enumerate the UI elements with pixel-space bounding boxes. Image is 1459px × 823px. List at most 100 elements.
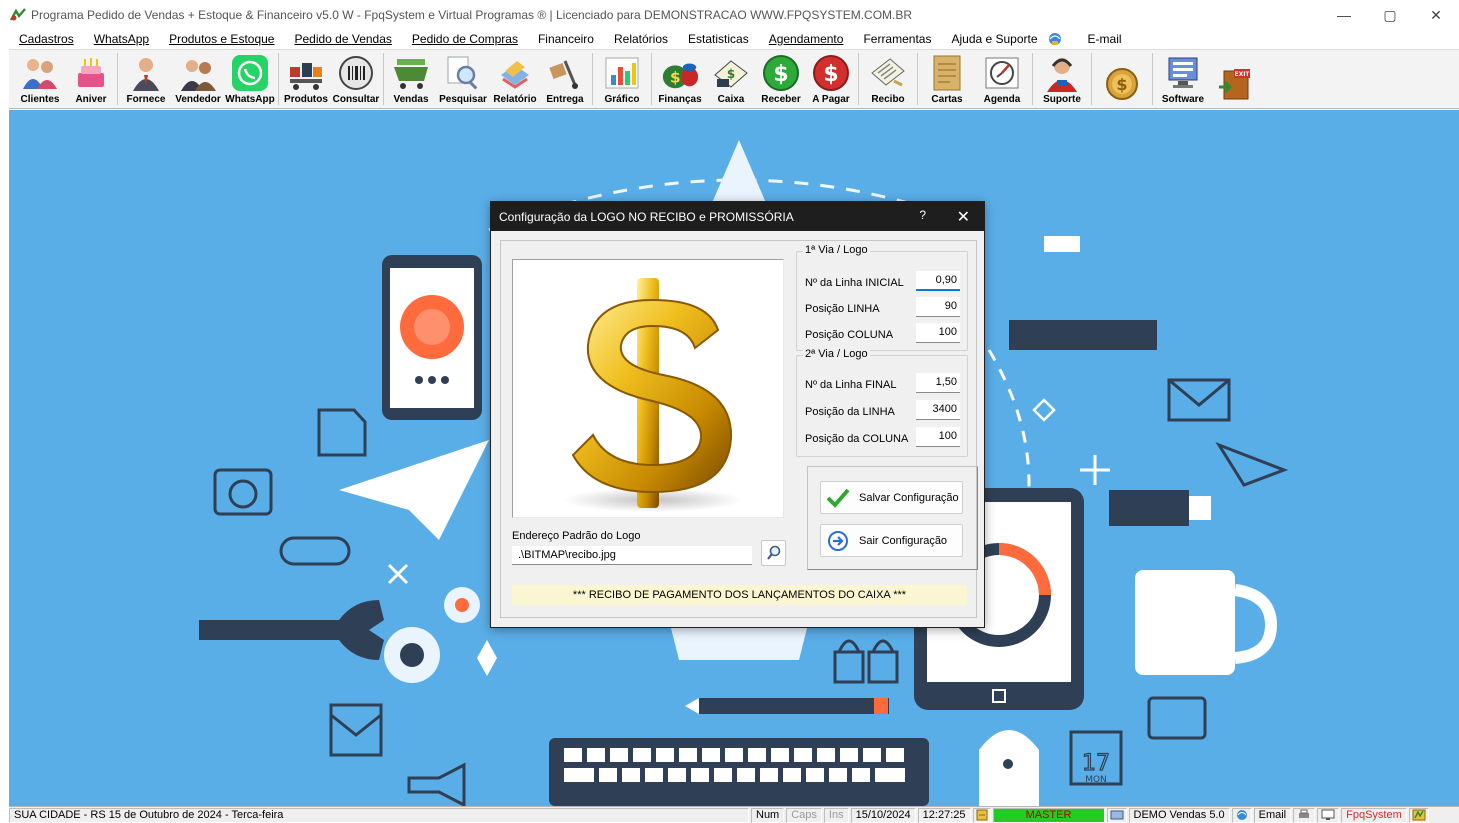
menu-ajuda-suporte[interactable]: Ajuda e Suporte: [941, 32, 1047, 46]
dialog-title-bar: Configuração da LOGO NO RECIBO e PROMISS…: [491, 202, 984, 231]
monitor-icon[interactable]: [1317, 807, 1340, 823]
menu-produtos-estoque[interactable]: Produtos e Estoque: [159, 32, 284, 46]
via1-posicao-coluna-input[interactable]: 100: [916, 323, 960, 343]
status-bar: SUA CIDADE - RS 15 de Outubro de 2024 - …: [9, 806, 1459, 823]
save-config-button[interactable]: Salvar Configuração: [820, 481, 963, 514]
dialog-body: 1ª Via / Logo Nº da Linha INICIAL 0,90 P…: [500, 240, 978, 618]
seller-icon: [178, 54, 218, 92]
menu-relatorios[interactable]: Relatórios: [604, 32, 678, 46]
report-icon: [495, 54, 535, 92]
logo-config-dialog: Configuração da LOGO NO RECIBO e PROMISS…: [490, 201, 985, 628]
exit-icon: EXIT: [1216, 65, 1256, 103]
toolbar-caixa-button[interactable]: $ Caixa: [706, 50, 756, 108]
products-icon: [286, 54, 326, 92]
toolbar-cartas-button[interactable]: Cartas: [920, 50, 974, 108]
toolbar-fornece-button[interactable]: Fornece: [120, 50, 172, 108]
clients-icon: [20, 54, 60, 92]
help-button[interactable]: ?: [919, 208, 926, 222]
menu-pedido-vendas[interactable]: Pedido de Vendas: [284, 32, 401, 46]
save-config-label: Salvar Configuração: [859, 491, 959, 504]
svg-text:$: $: [1116, 75, 1127, 94]
menu-agendamento[interactable]: Agendamento: [759, 32, 854, 46]
maximize-button[interactable]: ▢: [1367, 0, 1413, 30]
exit-config-label: Sair Configuração: [859, 534, 948, 547]
toolbar-separator: [1032, 53, 1033, 105]
svg-text:17: 17: [1082, 751, 1110, 776]
svg-text:$: $: [670, 69, 681, 87]
toolbar-aniver-button[interactable]: Aniver: [67, 50, 115, 108]
status-time: 12:27:25: [917, 807, 971, 823]
menu-estatisticas[interactable]: Estatisticas: [678, 32, 759, 46]
status-city-date: SUA CIDADE - RS 15 de Outubro de 2024 - …: [9, 807, 749, 823]
status-ins: Ins: [823, 807, 849, 823]
arrow-right-circle-icon: [825, 529, 851, 553]
menu-financeiro[interactable]: Financeiro: [528, 32, 604, 46]
menu-cadastros[interactable]: Cadastros: [9, 32, 84, 46]
toolbar-financas-button[interactable]: $ Finanças: [654, 50, 706, 108]
toolbar-separator: [651, 53, 652, 105]
toolbar-exit-button[interactable]: EXIT: [1211, 50, 1261, 108]
support-globe-icon[interactable]: [1046, 31, 1064, 47]
toolbar-vendedor-button[interactable]: Vendedor: [172, 50, 224, 108]
status-num: Num: [751, 807, 785, 823]
status-user-badge: MASTER: [992, 807, 1105, 823]
via2-linha-final-input[interactable]: 1,50: [916, 373, 960, 393]
toolbar-whatsapp-button[interactable]: WhatsApp: [224, 50, 276, 108]
demo-icon: [1106, 807, 1127, 823]
toolbar-entrega-button[interactable]: Entrega: [540, 50, 590, 108]
toolbar-agenda-button[interactable]: Agenda: [974, 50, 1030, 108]
via1-group: 1ª Via / Logo Nº da Linha INICIAL 0,90 P…: [796, 244, 968, 351]
menu-ferramentas[interactable]: Ferramentas: [853, 32, 941, 46]
toolbar-consultar-button[interactable]: Consultar: [331, 50, 381, 108]
toolbar-grafico-button[interactable]: Gráfico: [595, 50, 649, 108]
menu-whatsapp[interactable]: WhatsApp: [84, 32, 159, 46]
via2-posicao-coluna-input[interactable]: 100: [916, 427, 960, 447]
via2-posicao-linha-input[interactable]: 3400: [916, 400, 960, 420]
toolbar-clientes-button[interactable]: Clientes: [13, 50, 67, 108]
toolbar-software-button[interactable]: Software: [1155, 50, 1211, 108]
delivery-icon: [545, 54, 585, 92]
software-icon: [1163, 54, 1203, 92]
via1-posicao-linha-input[interactable]: 90: [916, 297, 960, 317]
money-bag-icon: $: [660, 54, 700, 92]
toolbar-separator: [1091, 53, 1092, 105]
letters-icon: [927, 54, 967, 92]
window-title: Programa Pedido de Vendas + Estoque & Fi…: [31, 8, 913, 22]
via1-linha-inicial-input[interactable]: 0,90: [916, 271, 960, 291]
via2-group-title: 2ª Via / Logo: [803, 348, 870, 360]
toolbar-pesquisar-button[interactable]: Pesquisar: [436, 50, 490, 108]
via1-group-title: 1ª Via / Logo: [803, 244, 870, 256]
via1-linha-inicial-label: Nº da Linha INICIAL: [805, 277, 904, 289]
menu-pedido-compras[interactable]: Pedido de Compras: [402, 32, 528, 46]
email-globe-icon[interactable]: [1231, 807, 1252, 823]
toolbar-separator: [383, 53, 384, 105]
status-caps: Caps: [786, 807, 822, 823]
toolbar-vendas-button[interactable]: Vendas: [386, 50, 436, 108]
toolbar-receber-button[interactable]: $ Receber: [756, 50, 806, 108]
browse-logo-button[interactable]: [761, 540, 786, 566]
status-demo-version: DEMO Vendas 5.0: [1128, 807, 1230, 823]
exit-config-button[interactable]: Sair Configuração: [820, 524, 963, 557]
status-email[interactable]: Email: [1253, 807, 1292, 823]
print-icon[interactable]: [1293, 807, 1316, 823]
toolbar-recibo-button[interactable]: Recibo: [861, 50, 915, 108]
via2-posicao-coluna-label: Posição da COLUNA: [805, 433, 909, 445]
minimize-button[interactable]: —: [1321, 0, 1367, 30]
toolbar-separator: [858, 53, 859, 105]
toolbar-suporte-button[interactable]: Suporte: [1035, 50, 1089, 108]
via1-posicao-linha-label: Posição LINHA: [805, 303, 880, 315]
barcode-icon: [336, 54, 376, 92]
supplier-icon: [126, 54, 166, 92]
dollar-sign-logo: [563, 278, 743, 512]
menu-email[interactable]: E-mail: [1078, 32, 1132, 46]
whatsapp-icon: [230, 54, 270, 92]
toolbar-apagar-button[interactable]: $ A Pagar: [806, 50, 856, 108]
toolbar-coin-button[interactable]: $: [1094, 50, 1150, 108]
logo-address-input[interactable]: .\BITMAP\recibo.jpg: [512, 546, 752, 565]
toolbar-produtos-button[interactable]: Produtos: [281, 50, 331, 108]
user-icon: [972, 807, 991, 823]
toolbar-relatorio-button[interactable]: Relatório: [490, 50, 540, 108]
close-window-button[interactable]: ✕: [1413, 0, 1459, 30]
brand-logo-icon: [1408, 807, 1429, 823]
dialog-close-button[interactable]: ✕: [957, 207, 970, 227]
